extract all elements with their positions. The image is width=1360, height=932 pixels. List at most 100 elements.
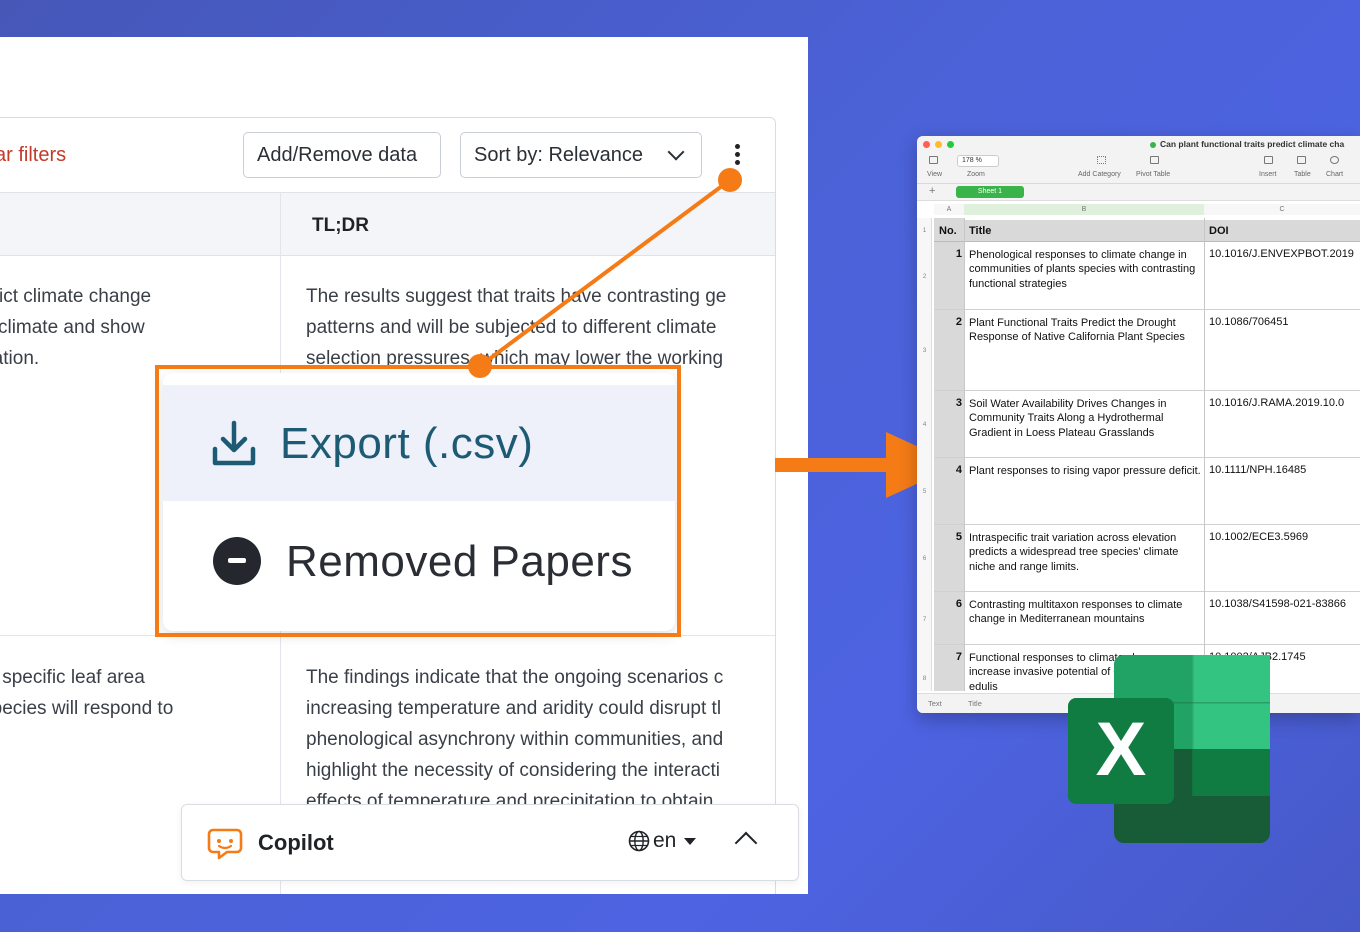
row1-tldr-cell: The results suggest that traits have con… <box>306 281 726 374</box>
chevron-down-icon <box>667 143 685 161</box>
toolbar-zoom-label: Zoom <box>967 171 985 178</box>
zoom-select[interactable]: 178 % <box>957 155 999 167</box>
column-gridline <box>964 218 965 691</box>
close-window-icon[interactable] <box>923 141 930 148</box>
sheet-row[interactable]: 2 Plant Functional Traits Predict the Dr… <box>934 310 1360 391</box>
toolbar-table-label: Table <box>1294 171 1311 178</box>
row-number[interactable]: 1 <box>917 227 932 234</box>
sheet-row[interactable]: 3 Soil Water Availability Drives Changes… <box>934 391 1360 458</box>
copilot-chat-icon <box>207 828 243 860</box>
column-letter-c[interactable]: C <box>1204 204 1360 215</box>
row-no: 7 <box>955 651 962 663</box>
row-number[interactable]: 6 <box>917 555 932 562</box>
maximize-window-icon[interactable] <box>947 141 954 148</box>
sheet-row[interactable]: 1 Phenological responses to climate chan… <box>934 242 1360 310</box>
status-left: Text <box>928 699 942 708</box>
window-titlebar: Can plant functional traits predict clim… <box>917 136 1360 184</box>
row-number[interactable]: 8 <box>917 675 932 682</box>
row-doi: 10.1016/J.ENVEXPBOT.2019 <box>1209 248 1354 260</box>
toolbar-add-category-label: Add Category <box>1078 171 1121 178</box>
chevron-up-icon[interactable] <box>734 831 758 855</box>
sort-dropdown[interactable]: Sort by: Relevance <box>460 132 702 178</box>
table-header: TL;DR <box>0 192 775 256</box>
row-number[interactable]: 2 <box>917 273 932 280</box>
sheet-row[interactable]: 5 Intraspecific trait variation across e… <box>934 525 1360 592</box>
excel-logo-icon: X <box>1068 655 1270 843</box>
row-number[interactable]: 5 <box>917 488 932 495</box>
header-doi[interactable]: DOI <box>1209 225 1229 237</box>
window-title: Can plant functional traits predict clim… <box>1150 139 1344 149</box>
row-no: 3 <box>955 397 962 409</box>
insert-icon[interactable] <box>1264 156 1273 164</box>
row-no: 6 <box>955 598 962 610</box>
header-no[interactable]: No. <box>939 225 957 237</box>
row-no: 1 <box>955 248 962 260</box>
cell-line: The findings indicate that the ongoing s… <box>306 667 724 688</box>
row2-summary-cell: n as specific leaf area nt species will … <box>0 662 173 724</box>
sheet-row[interactable]: 6 Contrasting multitaxon responses to cl… <box>934 592 1360 645</box>
highlight-box <box>155 365 681 637</box>
status-right: Title <box>968 699 982 708</box>
language-code: en <box>653 829 677 852</box>
add-category-icon[interactable] <box>1097 156 1106 164</box>
row-title: Plant responses to rising vapor pressure… <box>969 465 1201 477</box>
cell-line: increasing temperature and aridity could… <box>306 698 722 719</box>
row-title: Phenological responses to climate change… <box>969 249 1196 290</box>
row-number[interactable]: 3 <box>917 347 932 354</box>
row-no: 4 <box>955 464 962 476</box>
sort-label: Sort by: Relevance <box>474 143 643 166</box>
cell-line: nt species will respond to <box>0 698 174 719</box>
row-doi: 10.1002/ECE3.5969 <box>1209 531 1309 543</box>
copilot-label: Copilot <box>258 830 334 855</box>
row-title: Soil Water Availability Drives Changes i… <box>969 398 1167 439</box>
minimize-window-icon[interactable] <box>935 141 942 148</box>
chart-icon[interactable] <box>1330 156 1339 164</box>
caret-down-icon <box>684 837 697 845</box>
row-no: 2 <box>955 316 962 328</box>
toolbar-view-label: View <box>927 171 943 178</box>
pivot-table-icon[interactable] <box>1150 156 1159 164</box>
row-doi: 10.1086/706451 <box>1209 316 1289 328</box>
column-letter-a[interactable]: A <box>934 204 964 215</box>
sheet-tab[interactable]: Sheet 1 <box>956 186 1024 198</box>
column-letter-b[interactable]: B <box>964 204 1204 215</box>
row1-summary-cell: predict climate change d to climate and … <box>0 281 151 374</box>
results-toolbar: ar filters Add/Remove data Sort by: Rele… <box>0 118 775 192</box>
toolbar-insert-label: Insert <box>1259 171 1277 178</box>
add-remove-data-button[interactable]: Add/Remove data <box>243 132 441 178</box>
toolbar-pivot-table-label: Pivot Table <box>1136 171 1171 178</box>
cell-line: rdination. <box>0 348 40 369</box>
sheet-header-row: No. Title DOI <box>934 220 1360 242</box>
toolbar-chart-label: Chart <box>1326 171 1344 178</box>
sidebar-view-icon[interactable] <box>929 156 938 164</box>
cell-line: The results suggest that traits have con… <box>306 286 727 307</box>
cell-line: predict climate change <box>0 286 152 307</box>
globe-icon <box>628 830 650 852</box>
sheet-tabs-bar: + Sheet 1 <box>917 184 1360 201</box>
cell-line: n as specific leaf area <box>0 667 145 688</box>
row-no: 5 <box>955 531 962 543</box>
column-header-tldr: TL;DR <box>312 215 369 236</box>
cell-line: highlight the necessity of considering t… <box>306 760 721 781</box>
row2-tldr-cell: The findings indicate that the ongoing s… <box>306 662 723 817</box>
row-number[interactable]: 4 <box>917 421 932 428</box>
header-title[interactable]: Title <box>969 225 991 237</box>
cell-line: patterns and will be subjected to differ… <box>306 317 717 338</box>
spreadsheet-window: Can plant functional traits predict clim… <box>917 136 1360 713</box>
row-doi: 10.1038/S41598-021-83866 <box>1209 598 1347 610</box>
clear-filters-link[interactable]: ar filters <box>0 144 66 167</box>
add-sheet-icon[interactable]: + <box>929 185 935 197</box>
language-selector[interactable]: en <box>628 829 697 853</box>
cell-line: phenological asynchrony within communiti… <box>306 729 724 750</box>
excel-letter: X <box>1096 707 1147 792</box>
row-title: Contrasting multitaxon responses to clim… <box>969 599 1183 626</box>
row-title: Intraspecific trait variation across ele… <box>969 532 1179 573</box>
cell-line: d to climate and show <box>0 317 145 338</box>
column-gridline <box>1204 218 1205 691</box>
sheet-row[interactable]: 4 Plant responses to rising vapor pressu… <box>934 458 1360 525</box>
row-doi: 10.1016/J.RAMA.2019.10.0 <box>1209 397 1345 409</box>
row-number[interactable]: 7 <box>917 616 932 623</box>
copilot-bar[interactable]: Copilot en <box>181 804 799 881</box>
table-icon[interactable] <box>1297 156 1306 164</box>
more-options-icon[interactable] <box>729 144 745 166</box>
